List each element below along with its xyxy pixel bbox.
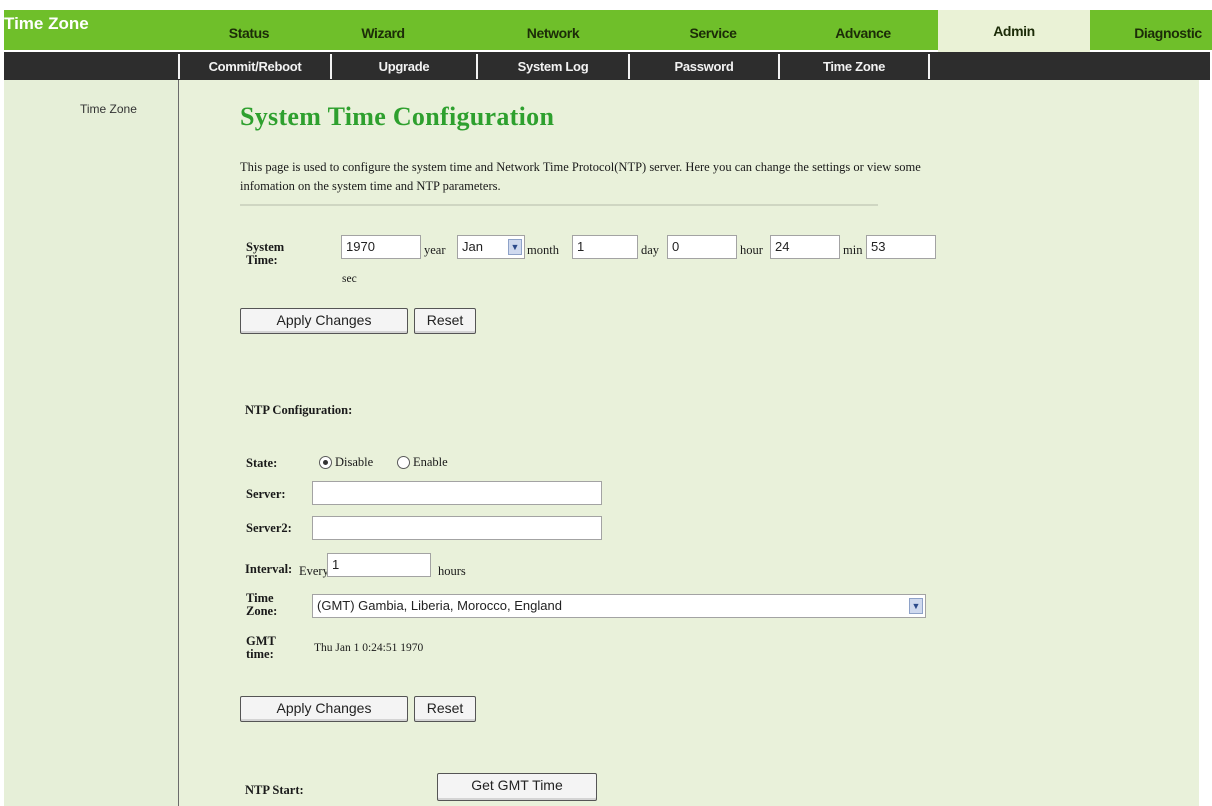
gmt-time-value: Thu Jan 1 0:24:51 1970 [314,642,424,654]
time-zone-value: (GMT) Gambia, Liberia, Morocco, England [317,598,562,613]
subtab-commit-reboot[interactable]: Commit/Reboot [180,56,330,78]
subtab-time-zone[interactable]: Time Zone [780,56,928,78]
chevron-down-icon: ▼ [508,239,522,255]
get-gmt-time-button[interactable]: Get GMT Time [437,773,597,801]
server-input[interactable] [312,481,602,505]
system-time-label: System Time: [246,240,285,267]
subtab-upgrade[interactable]: Upgrade [332,56,476,78]
divider [240,204,878,206]
state-label: State: [246,456,278,470]
subnav-divider [928,54,930,79]
sidebar-item-time-zone[interactable]: Time Zone [80,102,137,116]
tab-advance[interactable]: Advance [818,12,908,52]
subtab-password[interactable]: Password [630,56,778,78]
server2-input[interactable] [312,516,602,540]
time-zone-select[interactable]: (GMT) Gambia, Liberia, Morocco, England … [312,594,926,618]
server-label: Server: [246,487,286,501]
tab-status[interactable]: Status [206,12,292,52]
disable-label: Disable [335,455,374,469]
year-unit: year [424,243,446,257]
min-unit: min [843,243,863,257]
subtab-system-log[interactable]: System Log [478,56,628,78]
ntp-config-heading: NTP Configuration: [245,403,353,417]
ntp-reset-button[interactable]: Reset [414,696,476,722]
hour-unit: hour [740,243,763,257]
month-select[interactable]: Jan ▼ [457,235,525,259]
enable-radio[interactable] [397,456,410,469]
sidebar [4,80,179,806]
chevron-down-icon: ▼ [909,598,923,614]
ntp-start-label: NTP Start: [245,783,304,797]
time-zone-label: Time Zone: [246,591,278,618]
ntp-apply-changes-button[interactable]: Apply Changes [240,696,408,722]
sec-unit: sec [342,273,357,285]
enable-label: Enable [413,455,448,469]
interval-label: Interval: [245,562,293,576]
day-unit: day [641,243,660,257]
server2-label: Server2: [246,521,292,535]
day-input[interactable]: 1 [572,235,638,259]
tab-service[interactable]: Service [668,12,758,52]
tab-wizard[interactable]: Wizard [340,12,426,52]
brand-title: Time Zone [4,14,89,33]
tab-diagnostic[interactable]: Diagnostic [1124,12,1212,52]
disable-radio[interactable] [319,456,332,469]
min-input[interactable]: 24 [770,235,840,259]
gmt-time-label: GMT time: [246,634,276,661]
tab-network[interactable]: Network [508,12,598,52]
reset-button[interactable]: Reset [414,308,476,334]
month-value: Jan [462,239,483,254]
tab-admin[interactable]: Admin [938,10,1090,52]
month-unit: month [527,243,559,257]
interval-unit: hours [438,564,466,578]
hour-input[interactable]: 0 [667,235,737,259]
page-title: System Time Configuration [240,102,555,131]
year-input[interactable]: 1970 [341,235,421,259]
apply-changes-button[interactable]: Apply Changes [240,308,408,334]
sec-input[interactable]: 53 [866,235,936,259]
page-description: This page is used to configure the syste… [240,160,921,193]
interval-input[interactable]: 1 [327,553,431,577]
interval-prefix: Every [299,564,329,578]
